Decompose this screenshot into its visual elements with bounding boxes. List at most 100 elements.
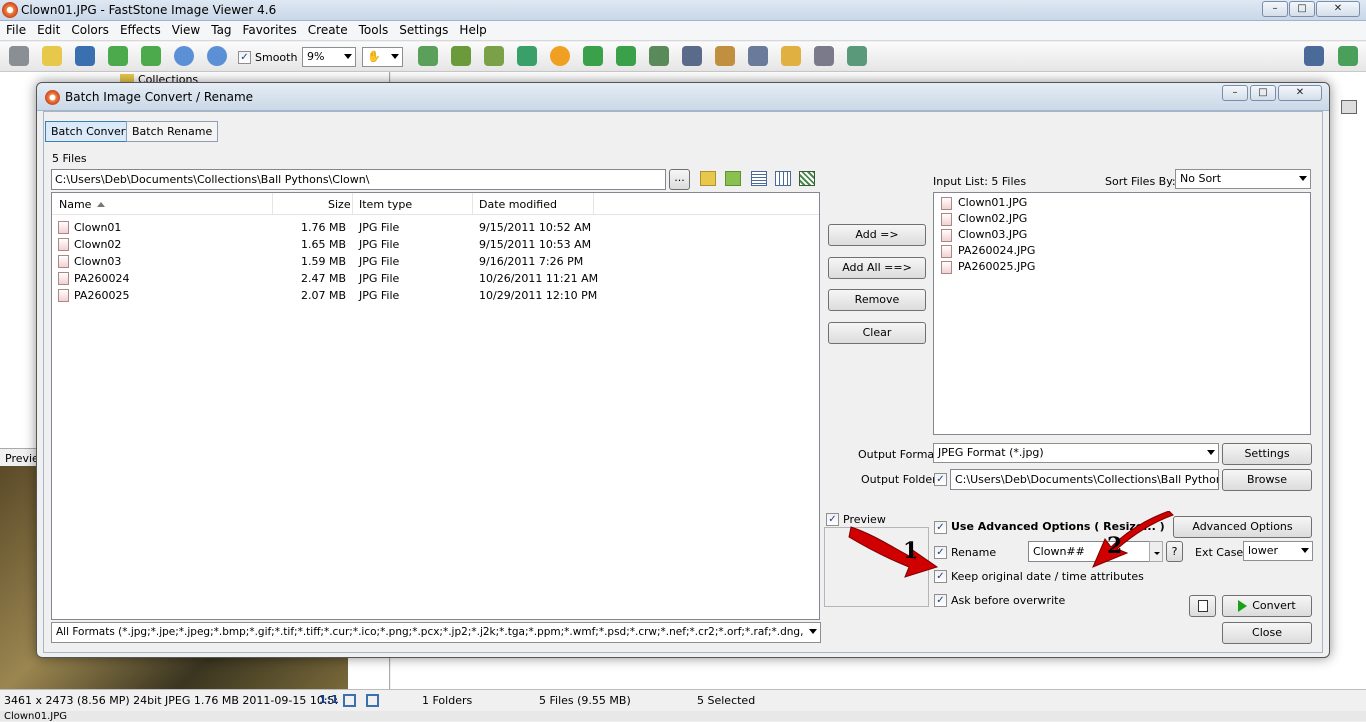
folder-up-icon[interactable] <box>700 171 716 186</box>
files-count: 5 Files (9.55 MB) <box>539 694 631 707</box>
menu-tag[interactable]: Tag <box>205 21 236 37</box>
thumbnail-view-icon[interactable] <box>799 171 815 186</box>
input-list-item[interactable]: Clown02.JPG <box>941 211 1141 228</box>
output-folder-checkbox[interactable]: ✓ <box>934 473 947 486</box>
save-icon[interactable] <box>75 46 95 66</box>
trash-icon[interactable] <box>1341 100 1357 114</box>
crop-icon[interactable] <box>451 46 471 66</box>
menu-tools[interactable]: Tools <box>353 21 394 37</box>
details-view-icon[interactable] <box>775 171 791 186</box>
file-type: JPG File <box>359 238 400 251</box>
file-list[interactable]: Name Size Item type Date modified Clown0… <box>51 192 820 620</box>
flip-icon[interactable] <box>649 46 669 66</box>
column-size[interactable]: Size <box>328 198 351 211</box>
forward-icon[interactable] <box>141 46 161 66</box>
menu-effects[interactable]: Effects <box>114 21 166 37</box>
acquire-icon[interactable] <box>418 46 438 66</box>
remove-button[interactable]: Remove <box>828 289 926 311</box>
menu-settings[interactable]: Settings <box>393 21 453 37</box>
path-input[interactable]: C:\Users\Deb\Documents\Collections\Ball … <box>51 169 666 190</box>
input-list-item[interactable]: Clown03.JPG <box>941 227 1141 244</box>
menu-view[interactable]: View <box>166 21 205 37</box>
settings-button[interactable]: Settings <box>1222 443 1312 465</box>
file-row[interactable]: Clown01 1.76 MB JPG File 9/15/2011 10:52… <box>58 219 618 236</box>
browse-button[interactable]: Browse <box>1222 469 1312 491</box>
menu-create[interactable]: Create <box>302 21 353 37</box>
toolbar: ✓ Smooth 9% ✋ <box>0 42 1366 72</box>
close-button[interactable]: Close <box>1222 622 1312 644</box>
dialog-maximize-icon[interactable]: □ <box>1250 85 1276 101</box>
actual-size-icon[interactable] <box>366 694 379 707</box>
tab-batch-convert[interactable]: Batch Convert <box>45 121 136 142</box>
rename-label: Rename <box>951 546 997 559</box>
zoom-in-icon[interactable] <box>174 46 194 66</box>
preview-output-button[interactable] <box>1189 595 1216 617</box>
ask-overwrite-checkbox[interactable]: ✓ <box>934 594 947 607</box>
input-list-item[interactable]: PA260025.JPG <box>941 259 1141 276</box>
close-icon[interactable]: ✕ <box>1316 1 1360 17</box>
ext-case-select[interactable]: lower <box>1243 541 1313 561</box>
maximize-icon[interactable]: □ <box>1289 1 1315 17</box>
tab-batch-rename[interactable]: Batch Rename <box>126 121 219 142</box>
format-filter-select[interactable]: All Formats (*.jpg;*.jpe;*.jpeg;*.bmp;*.… <box>51 622 821 643</box>
sun-icon[interactable] <box>550 46 570 66</box>
preview-checkbox[interactable]: ✓ <box>826 513 839 526</box>
add-button[interactable]: Add => <box>828 224 926 246</box>
dialog-close-icon[interactable]: ✕ <box>1278 85 1322 101</box>
batch-icon[interactable] <box>847 46 867 66</box>
jpg-file-icon <box>941 261 952 274</box>
dialog-minimize-icon[interactable]: – <box>1222 85 1248 101</box>
smooth-checkbox[interactable]: ✓ <box>238 51 251 64</box>
menu-file[interactable]: File <box>0 21 31 37</box>
layout-icon[interactable] <box>1304 46 1324 66</box>
open-folder-icon[interactable] <box>42 46 62 66</box>
list-view-icon[interactable] <box>751 171 767 186</box>
file-row[interactable]: PA260025 2.07 MB JPG File 10/29/2011 12:… <box>58 287 618 304</box>
output-format-select[interactable]: JPEG Format (*.jpg) <box>933 443 1219 463</box>
column-item-type[interactable]: Item type <box>359 198 412 211</box>
resize-icon[interactable] <box>715 46 735 66</box>
file-row[interactable]: Clown03 1.59 MB JPG File 9/16/2011 7:26 … <box>58 253 618 270</box>
format-filter-value: All Formats (*.jpg;*.jpe;*.jpeg;*.bmp;*.… <box>56 626 804 638</box>
input-list-item[interactable]: Clown01.JPG <box>941 195 1141 212</box>
slideshow-icon[interactable] <box>682 46 702 66</box>
minimize-icon[interactable]: – <box>1262 1 1288 17</box>
clear-button[interactable]: Clear <box>828 322 926 344</box>
dialog-title: Batch Image Convert / Rename <box>65 90 254 104</box>
zoom-select[interactable]: 9% <box>302 47 356 67</box>
column-name[interactable]: Name <box>59 198 91 211</box>
rotate-left-icon[interactable] <box>583 46 603 66</box>
menu-edit[interactable]: Edit <box>31 21 65 37</box>
advanced-options-button[interactable]: Advanced Options <box>1173 516 1312 538</box>
email-icon[interactable] <box>781 46 801 66</box>
file-row[interactable]: Clown02 1.65 MB JPG File 9/15/2011 10:53… <box>58 236 618 253</box>
add-all-button[interactable]: Add All ==> <box>828 257 926 279</box>
person-icon[interactable] <box>517 46 537 66</box>
color-icon[interactable] <box>484 46 504 66</box>
scanner-icon[interactable] <box>748 46 768 66</box>
preview-tab[interactable]: Previe <box>5 452 39 465</box>
back-icon[interactable] <box>108 46 128 66</box>
rotate-right-icon[interactable] <box>616 46 636 66</box>
hand-tool-select[interactable]: ✋ <box>362 47 403 67</box>
menu-favorites[interactable]: Favorites <box>237 21 302 37</box>
column-date-modified[interactable]: Date modified <box>479 198 557 211</box>
camera-icon[interactable] <box>9 46 29 66</box>
convert-button[interactable]: Convert <box>1222 595 1312 617</box>
ratio-label[interactable]: 1:1 <box>319 693 339 706</box>
file-row[interactable]: PA260024 2.47 MB JPG File 10/26/2011 11:… <box>58 270 618 287</box>
annotation-number-2: 2 <box>1107 533 1123 559</box>
fullscreen-icon[interactable] <box>1338 46 1358 66</box>
input-list[interactable]: Clown01.JPG Clown02.JPG Clown03.JPG PA26… <box>933 192 1311 435</box>
zoom-out-icon[interactable] <box>207 46 227 66</box>
output-folder-input[interactable]: C:\Users\Deb\Documents\Collections\Ball … <box>950 469 1219 490</box>
input-list-item[interactable]: PA260024.JPG <box>941 243 1141 260</box>
fit-icon[interactable] <box>343 694 356 707</box>
browse-path-button[interactable]: ... <box>669 169 690 190</box>
sort-select[interactable]: No Sort <box>1175 169 1311 189</box>
menu-colors[interactable]: Colors <box>65 21 114 37</box>
menu-help[interactable]: Help <box>453 21 491 37</box>
print-icon[interactable] <box>814 46 834 66</box>
refresh-folder-icon[interactable] <box>725 171 741 186</box>
bottom-strip: Clown01.JPG <box>0 711 1366 722</box>
